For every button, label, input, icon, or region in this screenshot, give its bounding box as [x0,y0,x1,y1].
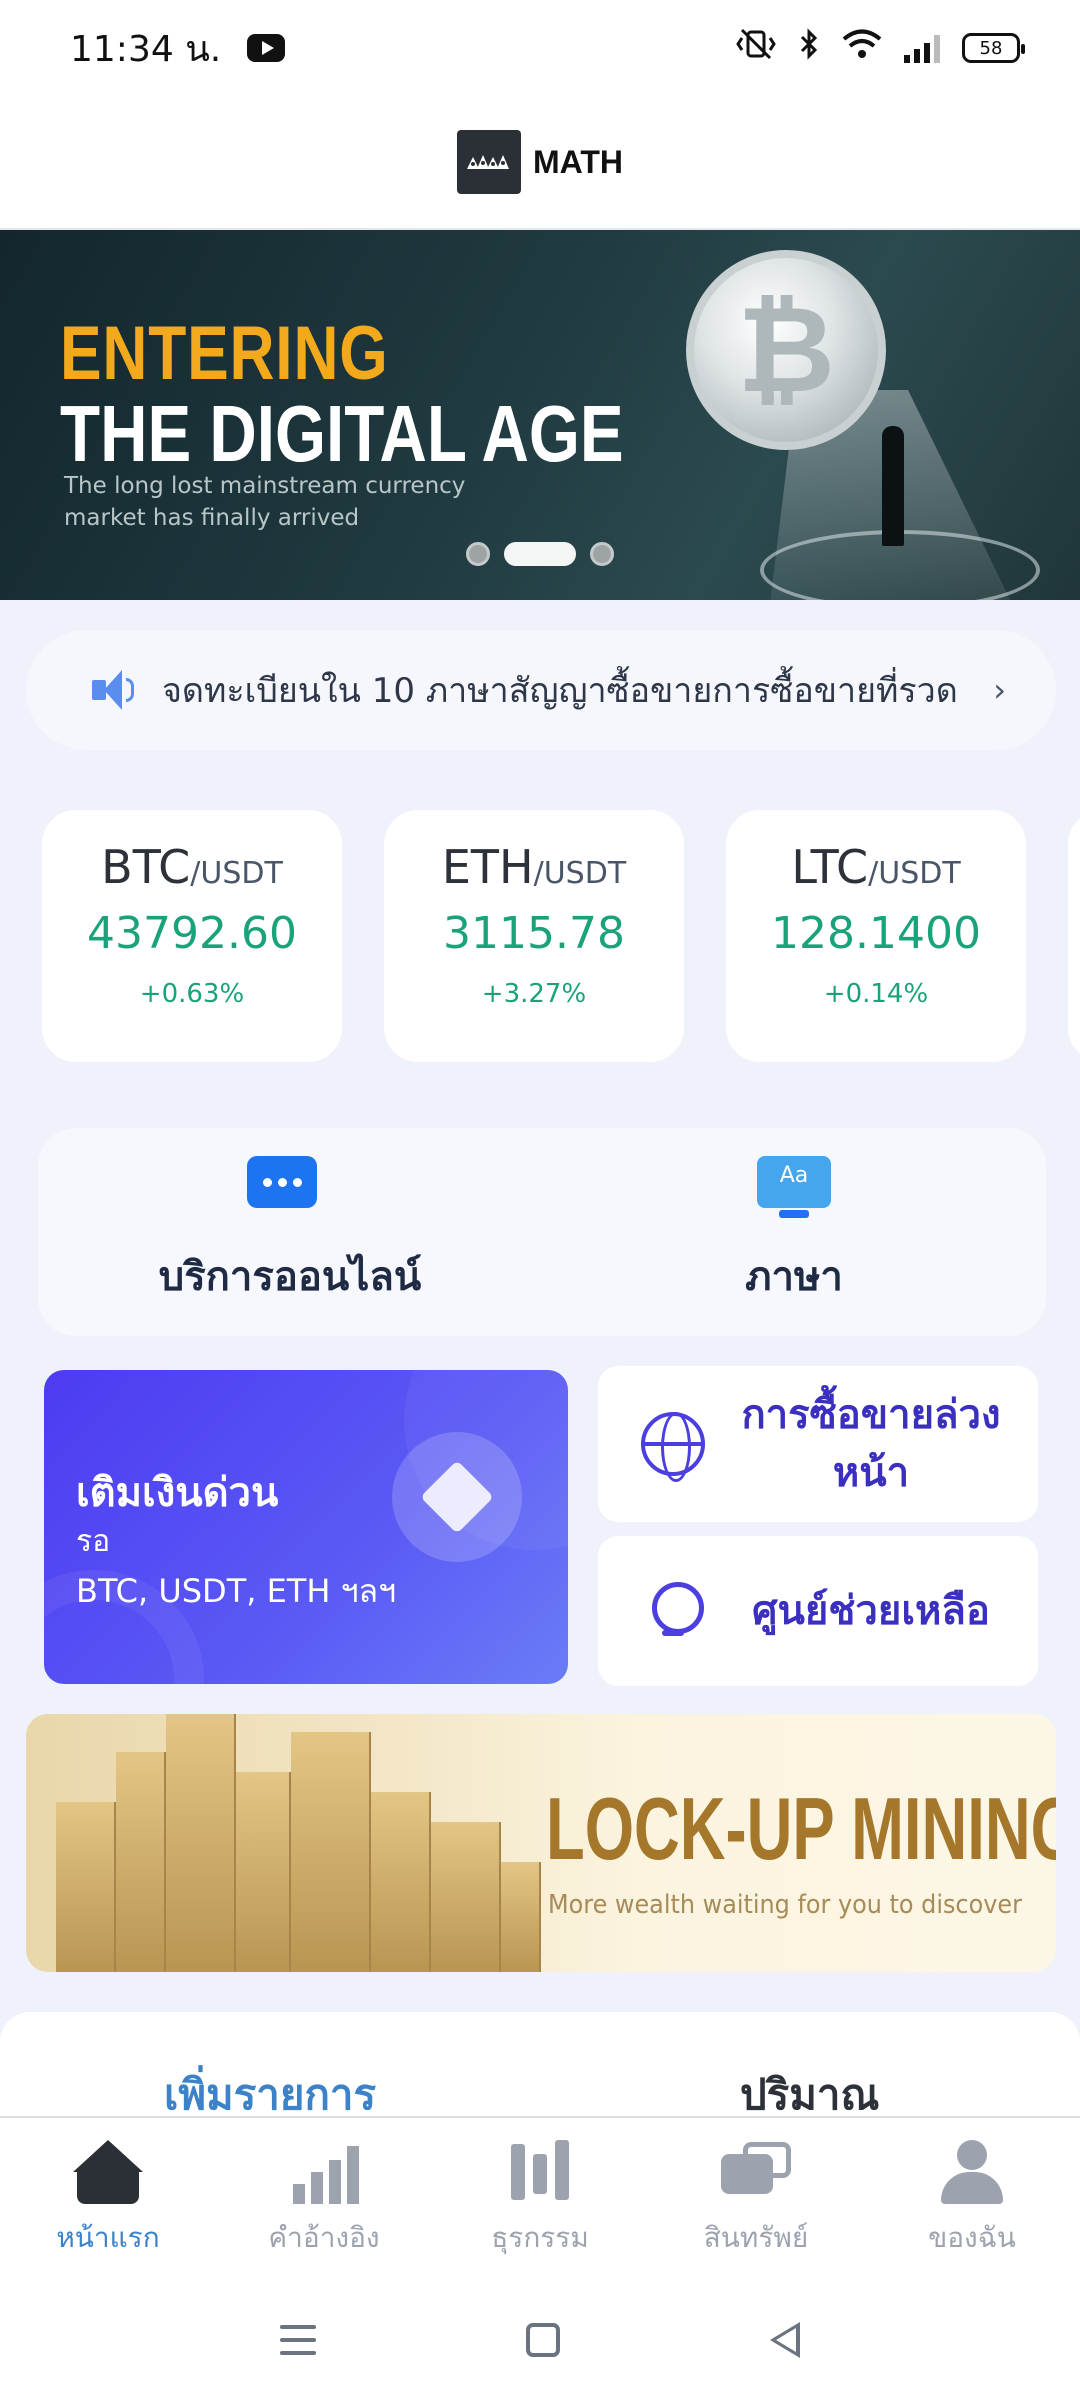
hero-tagline: The long lost mainstream currency market… [64,473,466,531]
carousel-dot[interactable] [466,542,490,566]
nav-quotes-label: คำอ้างอิง [268,2221,380,2254]
nav-home-label: หน้าแรก [56,2221,160,2254]
lockup-mining-banner[interactable]: LOCK-UP MINING More wealth waiting for y… [26,1714,1056,1972]
system-navigation-bar [0,2280,1080,2400]
ticker-change: +0.63% [139,979,245,1009]
nav-home[interactable]: หน้าแรก [0,2118,216,2280]
carousel-dot[interactable] [590,542,614,566]
bottom-navigation: หน้าแรก คำอ้างอิง ธุรกรรม สินทรัพย์ ของฉ… [0,2116,1080,2280]
lightbulb-icon [650,1582,704,1640]
language-label: ภาษา [745,1254,843,1300]
language-monitor-icon: Aa [757,1156,831,1222]
growth-chart-icon [289,2140,359,2204]
quick-deposit-card[interactable]: เติมเงินด่วน รอ BTC, USDT, ETH ฯลฯ [44,1370,568,1684]
futures-trading-label: การซื้อขายล่วงหน้า [741,1392,1001,1496]
app-header: MATH [0,96,1080,230]
battery-icon: 58 [962,33,1025,63]
futures-trading-button[interactable]: การซื้อขายล่วงหน้า [598,1366,1038,1522]
ticker-carousel[interactable]: BTC/USDT 43792.60 +0.63% ETH/USDT 3115.7… [42,810,1080,1062]
nav-assets-label: สินทรัพย์ [703,2221,809,2254]
ticker-price: 43792.60 [87,908,297,959]
globe-icon [641,1412,705,1482]
nav-trade-label: ธุรกรรม [491,2221,589,2254]
diamond-icon [392,1432,522,1562]
ticker-card-eth[interactable]: ETH/USDT 3115.78 +3.27% [384,810,684,1062]
bitcoin-coin-icon: ₿ [686,250,886,450]
ticker-pair: BTC/USDT [101,840,283,894]
ticker-price: 3115.78 [443,908,625,959]
nav-profile-label: ของฉัน [928,2221,1016,2254]
nav-trade[interactable]: ธุรกรรม [432,2118,648,2280]
back-triangle-icon[interactable] [770,2322,800,2358]
user-icon [937,2140,1007,2204]
lockup-title: LOCK-UP MINING [546,1779,1056,1878]
nav-quotes[interactable]: คำอ้างอิง [216,2118,432,2280]
city-skyline-illustration [26,1714,546,1972]
ticker-pair: ETH/USDT [441,840,627,894]
ticker-change: +0.14% [823,979,929,1009]
bluetooth-icon [798,28,820,68]
status-time: 11:34 น. [70,28,222,70]
ticker-pair: LTC/USDT [791,840,961,894]
home-icon [73,2140,143,2204]
online-service-label: บริการออนไลน์ [158,1254,422,1300]
wallet-chat-icon [721,2140,791,2204]
nav-profile[interactable]: ของฉัน [864,2118,1080,2280]
carousel-dot-active[interactable] [504,542,576,566]
mute-vibrate-icon [736,28,776,68]
hero-title-line1: ENTERING [60,311,389,396]
candlestick-icon [505,2140,575,2204]
announcement-bar[interactable]: จดทะเบียนใน 10 ภาษาสัญญาซื้อขายการซื้อขา… [26,630,1056,750]
recent-apps-icon[interactable] [280,2325,316,2355]
ticker-card-partial[interactable] [1068,810,1080,1062]
youtube-icon [247,34,286,62]
wifi-icon [842,28,882,68]
ticker-change: +3.27% [481,979,587,1009]
app-logo-icon [456,130,521,194]
chat-bubbles-icon [247,1156,333,1222]
home-square-icon[interactable] [526,2323,560,2357]
lockup-subtitle: More wealth waiting for you to discover [548,1890,1022,1920]
help-center-label: ศูนย์ช่วยเหลือ [752,1588,990,1634]
status-bar: 11:34 น. 58 [0,0,1080,96]
app-brand-name: MATH [532,143,624,180]
deposit-title: เติมเงินด่วน [76,1470,279,1516]
carousel-indicator [0,542,1080,566]
announcement-text: จดทะเบียนใน 10 ภาษาสัญญาซื้อขายการซื้อขา… [162,671,958,711]
speaker-icon [92,670,140,710]
status-icons: 58 [736,28,1025,68]
chevron-right-icon: › [993,671,1006,709]
deposit-subtitle: รอ [76,1524,111,1559]
hero-title-line2: THE DIGITAL AGE [60,389,624,478]
deposit-coins: BTC, USDT, ETH ฯลฯ [76,1572,397,1610]
hero-banner[interactable]: ₿ ENTERING THE DIGITAL AGE The long lost… [0,230,1080,600]
standing-person-figure [882,426,904,546]
language-button[interactable]: Aa ภาษา [542,1128,1046,1336]
ticker-price: 128.1400 [771,908,981,959]
ticker-card-btc[interactable]: BTC/USDT 43792.60 +0.63% [42,810,342,1062]
services-panel: บริการออนไลน์ Aa ภาษา [38,1128,1046,1336]
help-center-button[interactable]: ศูนย์ช่วยเหลือ [598,1536,1038,1686]
nav-assets[interactable]: สินทรัพย์ [648,2118,864,2280]
signal-icon [904,33,940,63]
online-service-button[interactable]: บริการออนไลน์ [38,1128,542,1336]
ticker-card-ltc[interactable]: LTC/USDT 128.1400 +0.14% [726,810,1026,1062]
